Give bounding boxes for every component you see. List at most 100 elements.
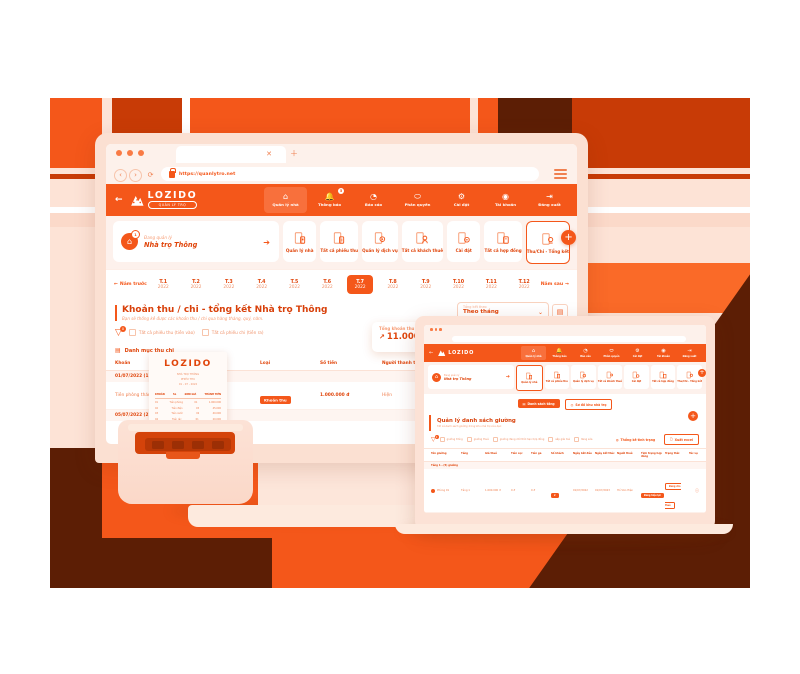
- menu-card-label: Tất cả hợp đồng: [484, 247, 522, 253]
- month-tab[interactable]: T.1 2022: [150, 275, 176, 294]
- back-arrow-icon[interactable]: ‹: [114, 169, 127, 182]
- laptop-export-excel-button[interactable]: 🗋 Xuất excel: [664, 434, 699, 445]
- forward-arrow-icon[interactable]: ›: [129, 169, 142, 182]
- plus-icon[interactable]: +: [561, 230, 577, 245]
- laptop-nav-item-phan-quyen[interactable]: ⬭ Phân quyền: [599, 346, 624, 360]
- filter-funnel-icon[interactable]: ▽ 0: [431, 435, 439, 443]
- printer-button-row[interactable]: [145, 438, 231, 451]
- checkbox-box[interactable]: [128, 329, 136, 336]
- menu-card-tat-ca-khach-thue[interactable]: Tất cả khách thuê: [401, 221, 444, 262]
- month-tab[interactable]: T.3 2022: [216, 275, 242, 294]
- minimize-window-dot[interactable]: [127, 150, 133, 156]
- menu-card-thu-chi-tong-ket[interactable]: Thu/Chi - Tổng kết +: [525, 221, 577, 264]
- month-tab[interactable]: T.10 2022: [446, 275, 472, 294]
- checkbox-box[interactable]: [466, 437, 472, 442]
- printer-key[interactable]: [152, 440, 164, 449]
- printer-key[interactable]: [212, 440, 224, 449]
- maximize-window-dot[interactable]: [138, 150, 144, 156]
- menu-card-quan-ly-dich-vu[interactable]: Quản lý dịch vụ: [362, 221, 398, 262]
- month-tab[interactable]: T.12 2022: [511, 275, 537, 294]
- checkbox-tat-ca-phieu-chi[interactable]: Tất cả phiếu chi (tiền ra): [201, 329, 264, 336]
- nav-item-dang-xuat[interactable]: ⇥ Đăng xuất: [528, 187, 571, 213]
- checkbox-tat-ca-phieu-thu[interactable]: Tất cả phiếu thu (tiền vào): [128, 329, 195, 336]
- nav-item-bao-cao[interactable]: ◔ Báo cáo: [352, 187, 395, 213]
- laptop-menu-card-tat-ca-phieu-thu[interactable]: Tất cả phiếu thu: [544, 365, 570, 389]
- laptop-nav-item-tai-khoan[interactable]: ◉ Tài khoản: [651, 346, 676, 360]
- more-info-icon[interactable]: ⓘ: [689, 488, 699, 494]
- back-arrow-icon[interactable]: ←: [115, 195, 123, 205]
- laptop-menu-card-thu-chi-tong-ket[interactable]: Thu/Chi - Tổng kết +: [677, 365, 706, 389]
- laptop-nav-item-quan-ly-nha[interactable]: ⌂ Quản lý nhà: [521, 346, 546, 360]
- nav-item-tai-khoan[interactable]: ◉ Tài khoản: [484, 187, 527, 213]
- menu-card-label: Quản lý dịch vụ: [362, 247, 398, 253]
- nav-item-cai-dat[interactable]: ⚙ Cài đặt: [440, 187, 483, 213]
- checkbox-box[interactable]: [439, 437, 445, 442]
- window-controls[interactable]: [116, 150, 144, 156]
- laptop-nav-item-bao-cao[interactable]: ◔ Báo cáo: [573, 346, 598, 360]
- laptop-checkbox-dang-sua[interactable]: đang sửa: [573, 437, 592, 442]
- laptop-nav-item-cai-dat[interactable]: ⚙ Cài đặt: [625, 346, 650, 360]
- checkbox-box[interactable]: [201, 329, 209, 336]
- hamburger-menu-icon[interactable]: [554, 169, 567, 179]
- month-tab[interactable]: T.4 2022: [249, 275, 275, 294]
- browser-tab[interactable]: ✕ ＋: [176, 146, 298, 163]
- menu-card-tat-ca-hop-dong[interactable]: Tất cả hợp đồng: [484, 221, 522, 262]
- month-tab-selected[interactable]: T.7 2022: [347, 275, 374, 294]
- laptop-table-row[interactable]: Phòng 01 Tầng 1 1.000.000 đ 0 đ 0 đ 2 01…: [424, 469, 706, 513]
- month-tab[interactable]: T.8 2022: [380, 275, 406, 294]
- back-arrow-icon[interactable]: ←: [429, 350, 433, 356]
- printer-key[interactable]: [172, 440, 184, 449]
- laptop-fab-add-button[interactable]: +: [688, 411, 698, 421]
- close-icon[interactable]: ✕: [266, 150, 272, 158]
- checkbox-box[interactable]: [492, 437, 498, 442]
- month-tab[interactable]: T.6 2022: [314, 275, 340, 294]
- tab-danh-sach-tang[interactable]: ▤ Danh sách tầng: [517, 399, 560, 408]
- chevron-down-icon[interactable]: ⌄: [538, 309, 543, 316]
- month-tab[interactable]: T.11 2022: [478, 275, 504, 294]
- month-tab[interactable]: T.2 2022: [183, 275, 209, 294]
- laptop-menu-card-tat-ca-khach-thue[interactable]: Tất cả khách thuê: [597, 365, 623, 389]
- nav-item-phan-quyen[interactable]: ⬭ Phân quyền: [396, 187, 439, 213]
- laptop-nav-item-thong-bao[interactable]: 🔔 Thông báo: [547, 346, 572, 360]
- arrow-right-icon[interactable]: ➔: [506, 374, 510, 380]
- reload-icon[interactable]: ⟳: [144, 169, 157, 182]
- menu-card-quan-ly-nha[interactable]: Quản lý nhà: [283, 221, 317, 262]
- month-tab[interactable]: T.5 2022: [281, 275, 307, 294]
- laptop-window-controls[interactable]: [430, 328, 442, 331]
- close-window-dot[interactable]: [116, 150, 122, 156]
- laptop-checkbox-sap-giai-toa[interactable]: sắp giải toả: [548, 437, 570, 442]
- laptop-brand-logo[interactable]: LOZIDO: [437, 349, 474, 357]
- menu-card-cai-dat[interactable]: Cài đặt: [447, 221, 481, 262]
- printer-key[interactable]: [192, 440, 204, 449]
- laptop-menu-card-quan-ly-dich-vu[interactable]: Quản lý dịch vụ: [571, 365, 596, 389]
- checkbox-box[interactable]: [573, 437, 579, 442]
- gear-icon: ⚙: [635, 347, 640, 354]
- checkbox-box[interactable]: [548, 437, 554, 442]
- arrow-right-icon[interactable]: ➔: [263, 238, 270, 247]
- column-header: Giá thuê: [485, 452, 497, 455]
- brand-logo[interactable]: LOZIDO QUẢN LÝ TRỌ: [129, 191, 198, 210]
- tab-label: Danh sách tầng: [527, 401, 555, 406]
- laptop-checkbox-giuong-cho-han[interactable]: giường đang chờ thời hạn hợp đồng: [492, 437, 544, 442]
- laptop-menu-card-quan-ly-nha[interactable]: Quản lý nhà: [516, 365, 543, 391]
- next-year-button[interactable]: Năm sau →: [541, 282, 569, 287]
- plus-icon[interactable]: ＋: [290, 150, 298, 158]
- nav-item-thong-bao[interactable]: 5 🔔 Thông báo: [308, 187, 351, 213]
- nav-item-quan-ly-nha[interactable]: ⌂ Quản lý nhà: [264, 187, 307, 213]
- current-house-card[interactable]: ⌂ 1 Đang quản lý Nhà trọ Thông ➔: [113, 221, 279, 262]
- laptop-menu-card-tat-ca-hop-dong[interactable]: Tất cả hợp đồng: [650, 365, 676, 389]
- filter-funnel-icon[interactable]: ▽ 0: [115, 325, 126, 338]
- laptop-current-house-card[interactable]: ⌂ Đang quản lý Nhà trọ Thông ➔: [428, 365, 514, 389]
- menu-card-tat-ca-phieu-thu[interactable]: Tất cả phiếu thu: [320, 221, 359, 262]
- laptop-checkbox-giuong-trong[interactable]: giường trống: [439, 437, 463, 442]
- plus-icon[interactable]: +: [698, 369, 706, 377]
- month-tab[interactable]: T.9 2022: [413, 275, 439, 294]
- laptop-nav-item-dang-xuat[interactable]: ⇥ Đăng xuất: [677, 346, 702, 360]
- laptop-url-input[interactable]: [452, 336, 686, 342]
- tab-so-do-khu-nha-tro[interactable]: ◎ Sơ đồ khu nhà trọ: [564, 399, 613, 410]
- laptop-stats-button[interactable]: ◍ Thống kê tình trạng: [610, 434, 661, 445]
- laptop-checkbox-giuong-thue[interactable]: giường thuê: [466, 437, 489, 442]
- prev-year-button[interactable]: ← Năm trước: [114, 282, 147, 287]
- laptop-menu-card-cai-dat[interactable]: Cài đặt: [624, 365, 649, 389]
- url-input[interactable]: https://quanlytro.net: [161, 167, 539, 181]
